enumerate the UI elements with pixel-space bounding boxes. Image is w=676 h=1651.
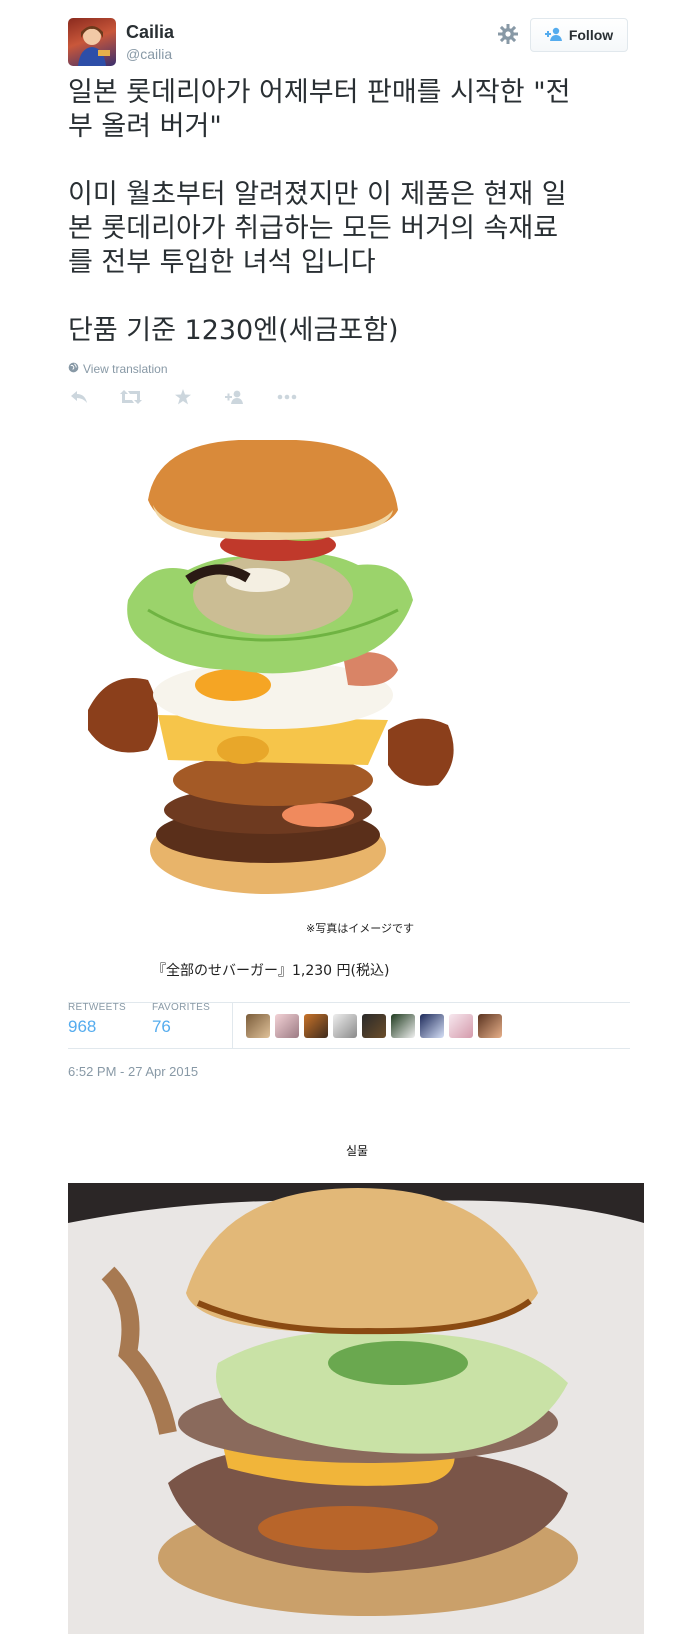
favorites-count: 76 <box>151 1017 171 1036</box>
follow-label: Follow <box>568 27 614 43</box>
avatar[interactable] <box>68 18 116 66</box>
avatar[interactable] <box>449 1014 473 1038</box>
retweet-icon[interactable] <box>120 386 142 408</box>
product-caption: 『全部のせバーガー』1,230 円(税込) <box>152 963 390 979</box>
favorites-label: FAVORITES <box>151 1002 211 1013</box>
avatar[interactable] <box>275 1014 299 1038</box>
favorite-icon[interactable] <box>172 386 194 408</box>
photo-note: ※写真はイメージです <box>306 922 414 935</box>
real-photo-label: 실물 <box>346 1144 369 1158</box>
gear-icon[interactable] <box>496 22 520 46</box>
view-translation-link[interactable]: View translation <box>68 362 168 376</box>
avatar[interactable] <box>391 1014 415 1038</box>
avatar[interactable] <box>333 1014 357 1038</box>
retweets-label: RETWEETS <box>68 1002 126 1013</box>
avatar[interactable] <box>478 1014 502 1038</box>
view-translation-label: View translation <box>83 362 168 376</box>
avatar[interactable] <box>246 1014 270 1038</box>
favorites-stat[interactable]: FAVORITES 76 <box>152 1002 210 1048</box>
tweet-stats: RETWEETS 968 FAVORITES 76 <box>68 1002 236 1048</box>
real-burger-photo[interactable] <box>68 1183 644 1634</box>
tweet-text: 일본 롯데리아가 어제부터 판매를 시작한 "전 부 올려 버거" 이미 월초부… <box>68 77 571 346</box>
retweets-count: 968 <box>68 1017 97 1036</box>
more-icon[interactable] <box>276 386 298 408</box>
reply-icon[interactable] <box>68 386 90 408</box>
tweet-actions <box>68 386 298 408</box>
avatar[interactable] <box>304 1014 328 1038</box>
user-handle[interactable]: @cailia <box>126 46 172 62</box>
user-name[interactable]: Cailia <box>126 22 174 43</box>
follow-icon[interactable] <box>224 386 246 408</box>
retweets-stat[interactable]: RETWEETS 968 <box>68 1002 126 1048</box>
globe-icon <box>68 362 79 376</box>
tweet-timestamp[interactable]: 6:52 PM - 27 Apr 2015 <box>68 1064 198 1079</box>
promo-burger-image[interactable] <box>68 439 488 980</box>
add-user-icon <box>544 27 563 44</box>
stats-bottom-divider <box>68 1048 630 1049</box>
favoriter-avatars <box>246 1014 502 1038</box>
avatar[interactable] <box>362 1014 386 1038</box>
stats-separator <box>232 1002 233 1048</box>
follow-button[interactable]: Follow <box>530 18 628 52</box>
avatar[interactable] <box>420 1014 444 1038</box>
